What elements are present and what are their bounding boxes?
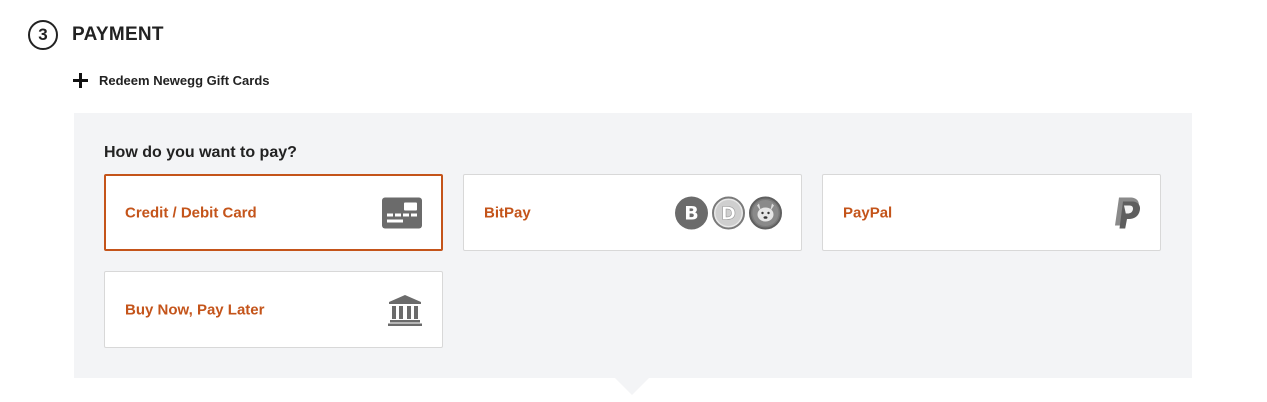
payment-option-paypal[interactable]: PayPal xyxy=(822,174,1161,251)
credit-card-icon xyxy=(382,197,422,228)
shiba-inu-icon xyxy=(749,196,782,229)
section-title: PAYMENT xyxy=(72,24,164,45)
paypal-icon xyxy=(1115,197,1141,228)
dogecoin-glyph: D xyxy=(721,203,736,224)
payment-option-label: BitPay xyxy=(484,204,531,221)
payment-option-buy-now-pay-later[interactable]: Buy Now, Pay Later xyxy=(104,271,443,348)
bitcoin-icon: B xyxy=(675,196,708,229)
plus-icon xyxy=(73,73,88,88)
payment-method-panel: How do you want to pay? Credit / Debit C… xyxy=(74,113,1192,378)
payment-option-label: Buy Now, Pay Later xyxy=(125,301,265,318)
step-number-badge: 3 xyxy=(28,20,58,50)
redeem-gift-cards-link[interactable]: Redeem Newegg Gift Cards xyxy=(73,73,270,88)
redeem-gift-cards-label: Redeem Newegg Gift Cards xyxy=(99,73,270,88)
crypto-coins-icon: B D xyxy=(671,196,782,229)
bank-icon xyxy=(388,294,422,326)
payment-option-bitpay[interactable]: BitPay B D xyxy=(463,174,802,251)
payment-question: How do you want to pay? xyxy=(104,144,297,161)
payment-option-label: Credit / Debit Card xyxy=(125,204,257,221)
dogecoin-icon: D xyxy=(712,196,745,229)
payment-option-credit-card[interactable]: Credit / Debit Card xyxy=(104,174,443,251)
payment-option-label: PayPal xyxy=(843,204,893,221)
step-header: 3 PAYMENT xyxy=(28,20,164,50)
panel-pointer-arrow xyxy=(615,378,649,395)
bitcoin-glyph: B xyxy=(684,202,698,224)
